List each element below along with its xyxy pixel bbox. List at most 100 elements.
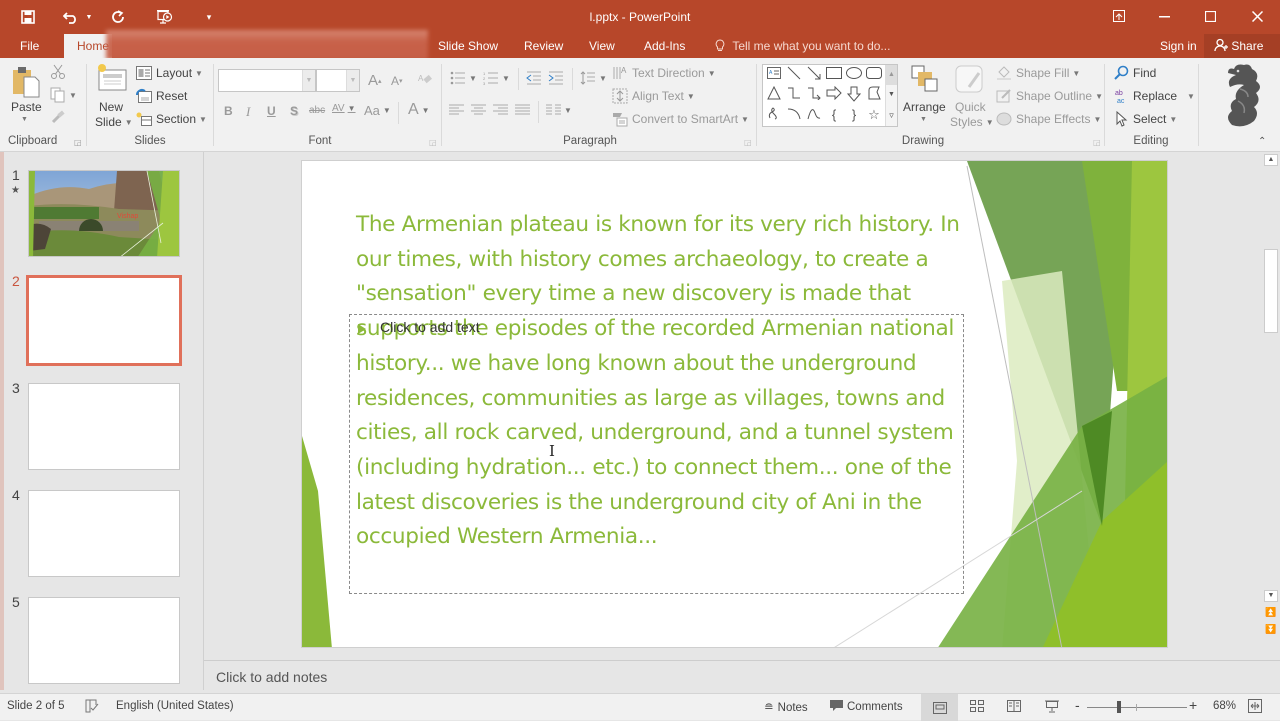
align-left-icon[interactable] — [449, 104, 464, 116]
paste-dropdown-icon[interactable]: ▼ — [21, 116, 28, 123]
line-shape-icon[interactable] — [785, 66, 803, 84]
strikethrough-button[interactable]: abc — [309, 105, 325, 116]
justify-icon[interactable] — [515, 104, 530, 116]
right-brace-shape-icon[interactable]: } — [845, 106, 863, 124]
change-case-button[interactable]: Aa ▼ — [364, 103, 391, 118]
zoom-slider-thumb[interactable] — [1116, 701, 1121, 713]
spell-check-icon[interactable] — [85, 699, 99, 716]
arrange-dropdown-icon[interactable]: ▼ — [920, 116, 927, 123]
new-slide-button[interactable]: Slide ▼ — [95, 115, 133, 129]
maximize-icon[interactable] — [1187, 2, 1233, 30]
bold-button[interactable]: B — [224, 104, 233, 118]
tab-review[interactable]: Review — [514, 34, 573, 58]
slide-sorter-button[interactable] — [970, 700, 984, 715]
clear-formatting-icon[interactable]: A — [418, 72, 432, 86]
shapes-gallery-scroll[interactable]: ▲ ▼ ▿ — [885, 65, 897, 126]
triangle-shape-icon[interactable] — [765, 85, 783, 104]
star-shape-icon[interactable]: ☆ — [865, 106, 883, 124]
scribble-shape-icon[interactable] — [765, 106, 783, 124]
copy-icon[interactable]: ▼ — [50, 87, 77, 103]
shape-fill-button[interactable]: Shape Fill ▼ — [996, 65, 1080, 81]
ribbon-display-options-icon[interactable] — [1096, 2, 1142, 30]
rounded-rectangle-shape-icon[interactable] — [865, 66, 883, 84]
comments-button[interactable]: Comments — [830, 700, 903, 715]
bullets-icon[interactable]: ▼ — [450, 71, 477, 85]
font-name-input[interactable]: ▼ — [218, 69, 316, 92]
italic-button[interactable]: I — [246, 104, 250, 120]
textbox-shape-icon[interactable]: A — [765, 66, 783, 84]
format-painter-icon[interactable] — [50, 109, 66, 125]
vertical-scrollbar[interactable]: ▲ ▼ ⏫ ⏬ — [1262, 152, 1280, 657]
customize-toolbar-icon[interactable]: ▾ — [203, 6, 215, 28]
sign-in-link[interactable]: Sign in — [1150, 34, 1207, 58]
minimize-icon[interactable] — [1141, 2, 1187, 30]
layout-button[interactable]: Layout ▼ — [136, 65, 203, 81]
undo-icon[interactable] — [60, 6, 82, 28]
quick-styles-button[interactable]: Styles ▼ — [950, 115, 994, 129]
arrow-line-shape-icon[interactable] — [805, 66, 823, 84]
undo-dropdown-icon[interactable]: ▼ — [84, 6, 94, 28]
scroll-up-icon[interactable]: ▲ — [1264, 154, 1278, 166]
align-center-icon[interactable] — [471, 104, 486, 116]
notes-placeholder[interactable]: Click to add notes — [216, 669, 327, 685]
font-color-button[interactable]: A ▼ — [408, 101, 430, 119]
save-icon[interactable] — [18, 6, 38, 28]
quick-styles-icon[interactable] — [955, 65, 985, 95]
align-text-button[interactable]: Align Text ▼ — [612, 88, 695, 104]
paste-icon[interactable] — [10, 64, 42, 100]
scroll-thumb[interactable] — [1264, 249, 1278, 333]
reset-button[interactable]: Reset — [136, 88, 187, 104]
tab-slide-show[interactable]: Slide Show — [428, 34, 508, 58]
shape-outline-button[interactable]: Shape Outline ▼ — [996, 88, 1103, 104]
zoom-slider-track[interactable] — [1087, 707, 1187, 708]
line-spacing-icon[interactable]: ▼ — [580, 71, 607, 85]
gallery-more-icon[interactable]: ▿ — [886, 105, 897, 125]
close-icon[interactable] — [1234, 2, 1280, 30]
select-button[interactable]: Select ▼ — [1113, 111, 1177, 127]
elbow-connector-icon[interactable] — [785, 86, 803, 104]
decrease-indent-icon[interactable] — [526, 71, 542, 85]
rectangle-shape-icon[interactable] — [825, 66, 843, 84]
increase-font-size-icon[interactable]: A ▴ — [368, 72, 382, 89]
slide-thumbnail-2[interactable] — [26, 275, 182, 366]
align-right-icon[interactable] — [493, 104, 508, 116]
right-arrow-shape-icon[interactable] — [825, 85, 843, 104]
gallery-up-icon[interactable]: ▲ — [886, 65, 897, 85]
curve-shape-icon[interactable] — [805, 106, 823, 124]
convert-smartart-button[interactable]: Convert to SmartArt ▼ — [612, 111, 749, 127]
redo-icon[interactable] — [108, 6, 128, 28]
slide-2-canvas[interactable]: The Armenian plateau is known for its ve… — [301, 160, 1168, 648]
arrange-icon[interactable] — [911, 65, 939, 93]
shapes-gallery[interactable]: A { } ☆ ▲ ▼ ▿ — [762, 64, 898, 127]
tell-me-search[interactable]: Tell me what you want to do... — [715, 34, 890, 58]
zoom-level[interactable]: 68% — [1213, 700, 1236, 712]
text-direction-button[interactable]: A Text Direction ▼ — [612, 65, 716, 81]
left-brace-shape-icon[interactable]: { — [825, 106, 843, 124]
notes-toggle-button[interactable]: ≘ Notes — [764, 700, 808, 714]
clipboard-launcher-icon[interactable]: ◲ — [74, 138, 82, 147]
new-slide-label[interactable]: New — [99, 100, 123, 114]
freeform-shape-icon[interactable] — [865, 86, 883, 104]
share-button[interactable]: Share — [1204, 34, 1280, 58]
shape-effects-button[interactable]: Shape Effects ▼ — [996, 111, 1101, 127]
find-button[interactable]: Find — [1113, 65, 1156, 81]
new-slide-icon[interactable] — [96, 63, 128, 93]
slideshow-view-button[interactable] — [1045, 700, 1059, 716]
oval-shape-icon[interactable] — [845, 66, 863, 84]
gallery-down-icon[interactable]: ▼ — [886, 85, 897, 105]
replace-button[interactable]: ab ac Replace ▼ — [1113, 88, 1195, 104]
tab-view[interactable]: View — [579, 34, 625, 58]
notes-pane[interactable]: Click to add notes — [204, 660, 1280, 693]
font-name-dropdown-icon[interactable]: ▼ — [302, 70, 315, 91]
shadow-button[interactable]: S — [290, 104, 298, 118]
paste-button[interactable]: Paste — [11, 100, 42, 114]
paragraph-launcher-icon[interactable]: ◲ — [744, 138, 752, 147]
start-slideshow-icon[interactable] — [154, 6, 176, 28]
arc-shape-icon[interactable] — [785, 106, 803, 124]
elbow-arrow-connector-icon[interactable] — [805, 86, 823, 104]
content-placeholder[interactable]: Click to add text — [349, 314, 964, 594]
slide-thumbnail-1[interactable]: Vishap — [28, 170, 180, 257]
zoom-in-button[interactable]: + — [1189, 697, 1197, 713]
fit-slide-button[interactable] — [1248, 699, 1262, 716]
increase-indent-icon[interactable] — [548, 71, 564, 85]
